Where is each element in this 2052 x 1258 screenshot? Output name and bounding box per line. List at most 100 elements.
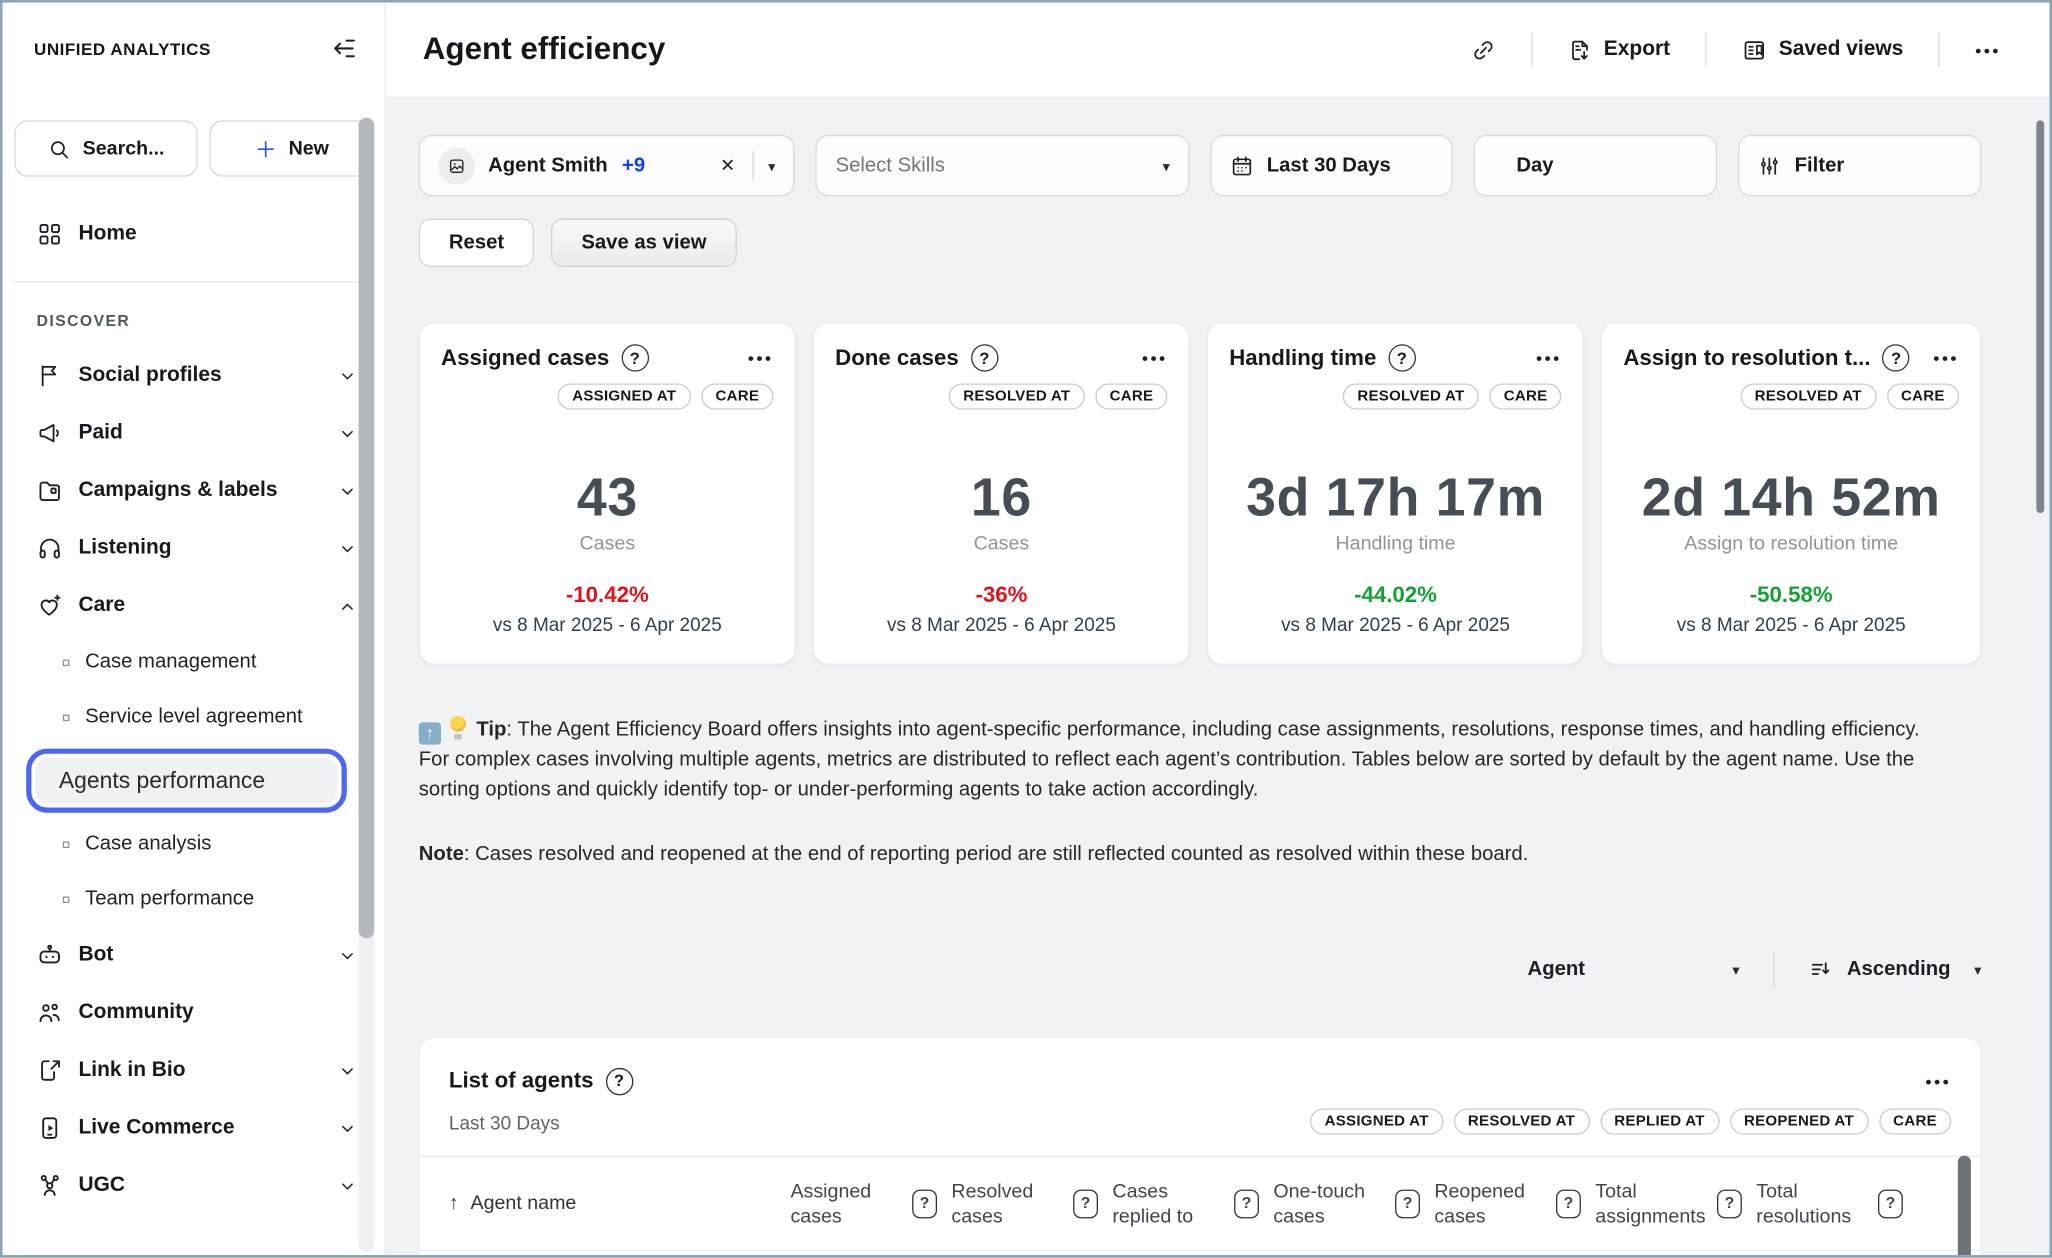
kpi-comparison: vs 8 Mar 2025 - 6 Apr 2025 <box>835 615 1168 636</box>
help-icon[interactable] <box>1717 1189 1742 1218</box>
help-icon[interactable] <box>1395 1189 1420 1218</box>
reset-button[interactable]: Reset <box>419 219 534 267</box>
sidebar-item-bot[interactable]: Bot <box>3 927 385 985</box>
filter-chip[interactable]: Filter <box>1738 135 1981 197</box>
sort-field-dropdown[interactable]: Agent <box>1528 958 1740 982</box>
panel-menu-icon[interactable] <box>1926 1071 1952 1091</box>
plus-icon <box>253 137 277 161</box>
avatar <box>438 147 475 184</box>
new-label: New <box>289 137 329 159</box>
sidebar-divider <box>14 281 373 282</box>
sidebar-scrollbar-thumb[interactable] <box>359 118 375 939</box>
help-icon[interactable] <box>1556 1189 1581 1218</box>
chevron-down-icon[interactable] <box>768 154 775 178</box>
column-header-one-touch-cases[interactable]: One-touch cases <box>1273 1178 1434 1228</box>
granularity-chip[interactable]: Day <box>1473 135 1717 197</box>
sidebar-item-label: Campaigns & labels <box>79 479 278 503</box>
help-icon[interactable] <box>1234 1189 1259 1218</box>
sort-direction-dropdown[interactable]: Ascending <box>1809 957 1981 982</box>
sort-direction-value: Ascending <box>1847 958 1951 982</box>
clear-agent-filter-icon[interactable] <box>720 154 735 178</box>
card-menu-icon[interactable] <box>1142 348 1168 368</box>
sidebar-item-link-in-bio[interactable]: Link in Bio <box>3 1042 385 1100</box>
help-icon[interactable] <box>1073 1189 1098 1218</box>
card-title: Done cases <box>835 345 959 371</box>
filter-label: Filter <box>1795 154 1845 178</box>
card-badges: ASSIGNED ATCARE <box>441 383 774 409</box>
agent-filter-chip[interactable]: Agent Smith +9 <box>419 135 795 197</box>
sidebar-item-live-commerce[interactable]: Live Commerce <box>3 1099 385 1157</box>
column-header-reopened-cases[interactable]: Reopened cases <box>1434 1178 1595 1228</box>
sidebar-item-label: Service level agreement <box>85 705 303 729</box>
help-icon[interactable] <box>621 344 648 371</box>
column-header-total-assignments[interactable]: Total assignments <box>1595 1178 1756 1228</box>
chevron-up-icon <box>339 597 356 614</box>
page-title: Agent efficiency <box>423 31 1471 68</box>
date-range-chip[interactable]: Last 30 Days <box>1210 135 1452 197</box>
care-icon <box>37 593 63 619</box>
export-label: Export <box>1604 38 1670 62</box>
kpi-value-label: Cases <box>835 533 1168 555</box>
column-header-total-resolutions[interactable]: Total resolutions <box>1756 1178 1917 1228</box>
sidebar-item-label: Care <box>79 594 126 618</box>
card-title: Assign to resolution t... <box>1623 345 1870 371</box>
card-menu-icon[interactable] <box>748 348 774 368</box>
app-window: UNIFIED ANALYTICS Search... New Home DIS… <box>0 0 2052 1258</box>
calendar-icon <box>1230 154 1254 178</box>
export-button[interactable]: Export <box>1567 37 1670 62</box>
card-menu-icon[interactable] <box>1933 348 1959 368</box>
kpi-card-assign-to-resolution-t: Assign to resolution t... RESOLVED ATCARE… <box>1601 322 1981 665</box>
sidebar-item-listening[interactable]: Listening <box>3 520 385 578</box>
column-header-agent-name[interactable]: Agent name <box>449 1192 791 1214</box>
sidebar-item-label: Paid <box>79 421 123 445</box>
linkbio-icon <box>37 1057 63 1083</box>
help-icon[interactable] <box>971 344 998 371</box>
column-label: Total assignments <box>1595 1178 1705 1228</box>
sidebar-item-team-performance[interactable]: Team performance <box>3 872 385 927</box>
help-icon[interactable] <box>605 1067 632 1094</box>
sidebar-item-community[interactable]: Community <box>3 984 385 1042</box>
page-scrollbar-thumb[interactable] <box>2036 120 2044 513</box>
collapse-sidebar-icon[interactable] <box>330 34 359 63</box>
column-header-assigned-cases[interactable]: Assigned cases <box>790 1178 951 1228</box>
ugc-icon <box>37 1173 63 1199</box>
kpi-comparison: vs 8 Mar 2025 - 6 Apr 2025 <box>441 615 774 636</box>
sidebar-item-label: Link in Bio <box>79 1059 186 1083</box>
sidebar-item-social-profiles[interactable]: Social profiles <box>3 347 385 405</box>
sidebar-item-ugc[interactable]: UGC <box>3 1157 385 1215</box>
sidebar-item-paid[interactable]: Paid <box>3 404 385 462</box>
help-icon[interactable] <box>1388 344 1415 371</box>
help-icon[interactable] <box>912 1189 937 1218</box>
sidebar-item-case-management[interactable]: Case management <box>3 635 385 690</box>
agent-filter-value: Agent Smith <box>488 154 607 178</box>
sidebar-item-agents-performance-selected[interactable]: Agents performance <box>26 749 347 813</box>
sidebar-item-service-level-agreement[interactable]: Service level agreement <box>3 690 385 745</box>
saved-views-button[interactable]: Saved views <box>1742 37 1903 62</box>
sidebar-item-campaigns-labels[interactable]: Campaigns & labels <box>3 462 385 520</box>
card-menu-icon[interactable] <box>1536 348 1562 368</box>
headphones-icon <box>37 535 63 561</box>
share-link-icon[interactable] <box>1470 37 1495 62</box>
card-badges: RESOLVED ATCARE <box>1623 383 1959 409</box>
search-button[interactable]: Search... <box>14 120 197 176</box>
sidebar-item-care[interactable]: Care <box>3 577 385 635</box>
column-header-cases-replied-to[interactable]: Cases replied to <box>1112 1178 1273 1228</box>
kpi-card-handling-time: Handling timeRESOLVED ATCARE3d 17h 17mHa… <box>1207 322 1584 665</box>
skills-filter-chip[interactable]: Select Skills <box>816 135 1190 197</box>
column-label: Total resolutions <box>1756 1178 1866 1228</box>
more-options-icon[interactable] <box>1975 40 2001 60</box>
search-icon <box>47 137 71 161</box>
table-scrollbar-thumb[interactable] <box>1958 1156 1971 1255</box>
save-as-view-button[interactable]: Save as view <box>551 219 736 267</box>
sidebar-item-home[interactable]: Home <box>3 205 385 263</box>
sort-field-value: Agent <box>1528 958 1585 982</box>
card-title: Assigned cases <box>441 345 609 371</box>
help-icon[interactable] <box>1882 344 1909 371</box>
date-range-value: Last 30 Days <box>1267 154 1391 178</box>
help-icon[interactable] <box>1878 1189 1903 1218</box>
new-button[interactable]: New <box>209 120 373 176</box>
column-header-resolved-cases[interactable]: Resolved cases <box>951 1178 1112 1228</box>
bullet-icon <box>63 659 70 666</box>
bullet-icon <box>63 896 70 903</box>
sidebar-item-case-analysis[interactable]: Case analysis <box>3 817 385 872</box>
